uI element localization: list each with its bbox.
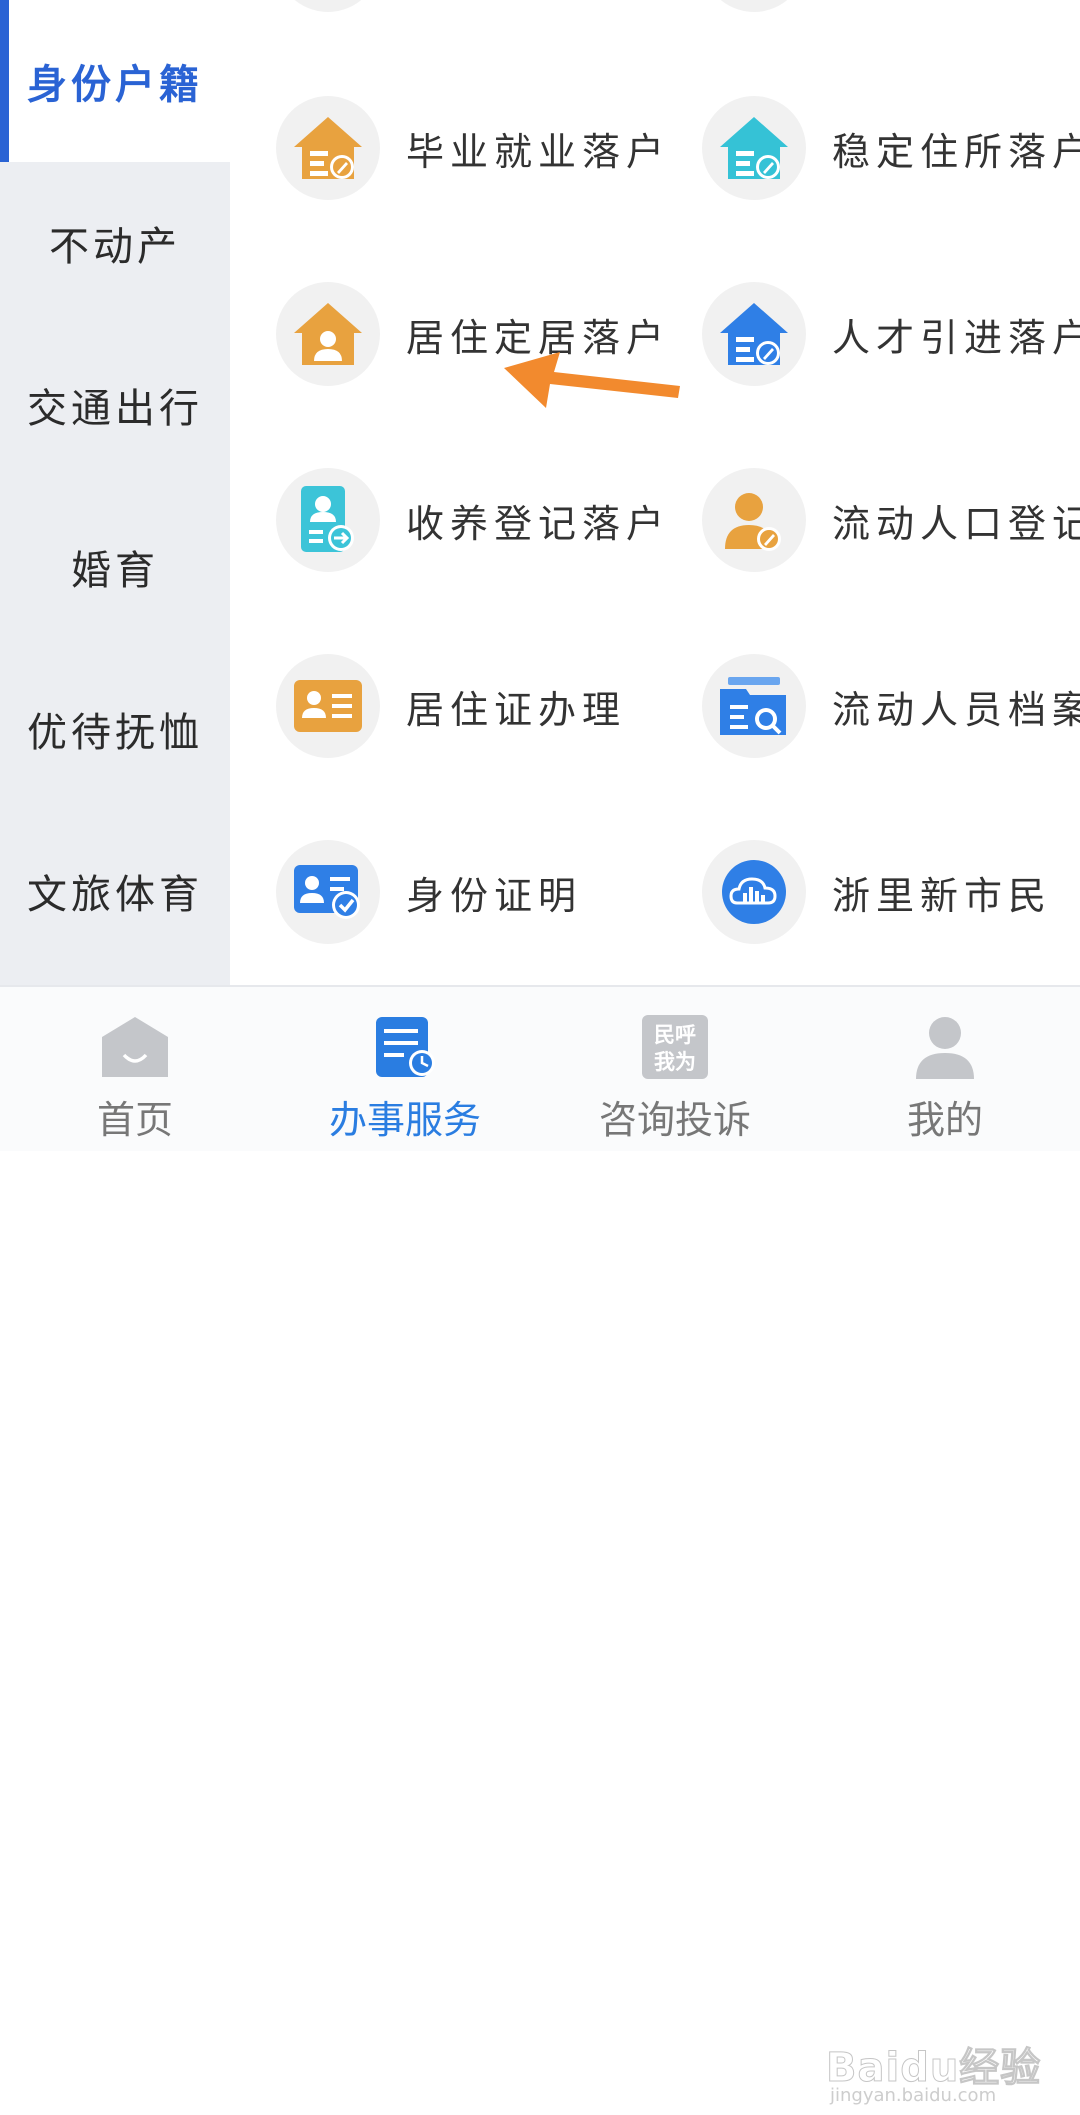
service-talent-introduction-settle[interactable]: 人才引进落户 [702, 282, 1080, 386]
sidebar-item-label: 身份户籍 [27, 62, 203, 108]
service-graduate-employment-settle[interactable]: 毕业就业落户 [276, 96, 670, 200]
sidebar-item-marriage-birth[interactable]: 婚育 [0, 486, 230, 648]
service-label: 流动人员档案 [832, 687, 1080, 732]
cut-off-icon-circle [276, 0, 380, 12]
sidebar-item-label: 交通出行 [27, 386, 203, 432]
service-doc-icon [376, 1017, 435, 1077]
house-person-icon [276, 282, 380, 386]
tab-mine[interactable]: 我的 [810, 987, 1080, 1151]
tab-label: 咨询投诉 [598, 1098, 751, 1142]
svg-text:民呼: 民呼 [654, 1023, 696, 1047]
service-label: 人才引进落户 [832, 315, 1080, 360]
bottom-tab-bar: 首页 办事服务 民呼我为 咨询投诉 我的 Baidu经验 jingyan.bai… [0, 985, 1080, 2106]
tab-home[interactable]: 首页 [0, 987, 270, 1151]
service-adoption-registration-settle[interactable]: 收养登记落户 [276, 468, 670, 572]
service-label: 身份证明 [406, 873, 583, 918]
sidebar-item-transport[interactable]: 交通出行 [0, 324, 230, 486]
service-label: 居住证办理 [406, 687, 627, 732]
cloud-city-icon [702, 840, 806, 944]
tab-consult-complaint[interactable]: 民呼 我为 咨询投诉 [540, 987, 810, 1151]
sidebar-item-label: 文旅体育 [27, 872, 203, 918]
svg-text:我为: 我为 [654, 1050, 696, 1074]
service-zheli-new-citizen[interactable]: 浙里新市民 [702, 840, 1052, 944]
sidebar-item-label: 婚育 [71, 548, 159, 594]
sidebar-item-identity-household[interactable]: 身份户籍 [0, 0, 230, 162]
tab-label: 我的 [906, 1098, 983, 1142]
watermark-text: Baidu经验 [825, 2045, 1042, 2092]
cut-off-icon-circle [702, 0, 806, 12]
user-icon [916, 1017, 974, 1079]
id-card-icon [276, 654, 380, 758]
folder-search-icon [702, 654, 806, 758]
house-edit-icon [276, 96, 380, 200]
service-label: 毕业就业落户 [406, 129, 671, 174]
sidebar-item-real-estate[interactable]: 不动产 [0, 162, 230, 324]
service-floating-personnel-archive[interactable]: 流动人员档案 [702, 654, 1080, 758]
sidebar-item-preferential[interactable]: 优待抚恤 [0, 648, 230, 810]
person-transfer-icon [276, 468, 380, 572]
service-label: 浙里新市民 [832, 873, 1053, 918]
tab-services[interactable]: 办事服务 [270, 987, 540, 1151]
baidu-jingyan-watermark: Baidu经验 jingyan.baidu.com [825, 2035, 1046, 2115]
sidebar-item-label: 不动产 [49, 224, 181, 270]
service-residence-permit[interactable]: 居住证办理 [276, 654, 626, 758]
service-floating-population-registration[interactable]: 流动人口登记 [702, 468, 1080, 572]
tab-label: 首页 [96, 1098, 173, 1142]
min-hu-wo-wei-icon: 民呼我为 [642, 1015, 708, 1079]
sidebar-item-label: 优待抚恤 [27, 710, 203, 756]
service-grid: 毕业就业落户 稳定住所落户 居住定居落户 人才引进落户 收养登记落户 流动人口登… [230, 0, 1080, 985]
person-edit-icon [702, 468, 806, 572]
house-edit-icon [702, 282, 806, 386]
id-card-check-icon [276, 840, 380, 944]
service-stable-residence-settle[interactable]: 稳定住所落户 [702, 96, 1080, 200]
home-icon [102, 1017, 168, 1077]
service-label: 流动人口登记 [832, 501, 1080, 546]
house-edit-icon [702, 96, 806, 200]
service-label: 稳定住所落户 [832, 129, 1080, 174]
service-label: 收养登记落户 [406, 501, 671, 546]
sidebar-item-culture-sports[interactable]: 文旅体育 [0, 810, 230, 972]
tab-label: 办事服务 [328, 1098, 481, 1142]
orange-arrow-annotation [504, 352, 680, 408]
category-sidebar: 身份户籍 不动产 交通出行 婚育 优待抚恤 文旅体育 [0, 0, 230, 985]
service-identity-certificate[interactable]: 身份证明 [276, 840, 582, 944]
watermark-sub: jingyan.baidu.com [830, 2085, 997, 2106]
